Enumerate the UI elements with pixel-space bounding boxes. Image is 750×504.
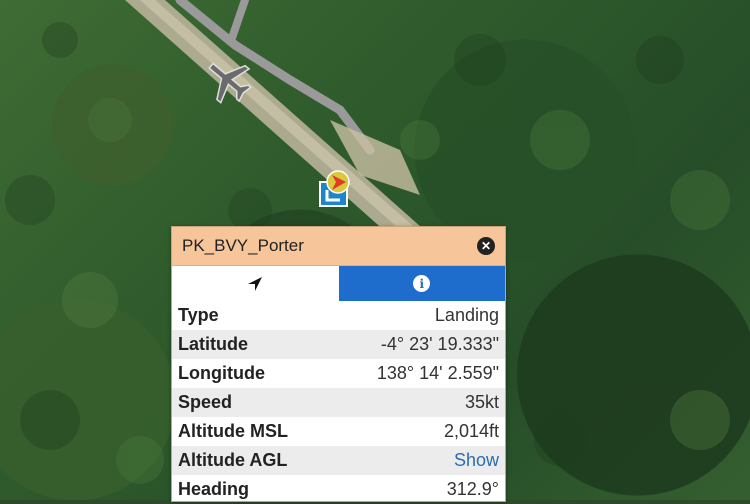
row-label: Altitude MSL: [178, 421, 288, 441]
table-row: Altitude AGL Show: [172, 446, 505, 475]
tab-info[interactable]: i: [338, 266, 505, 301]
show-agl-link[interactable]: Show: [330, 446, 505, 475]
table-row: Latitude -4° 23' 19.333": [172, 330, 505, 359]
table-row: Type Landing: [172, 301, 505, 330]
row-label: Altitude AGL: [172, 446, 331, 475]
close-icon[interactable]: ✕: [477, 237, 495, 255]
aircraft-details-table: Type Landing Latitude -4° 23' 19.333" Lo…: [172, 301, 505, 504]
info-icon: i: [413, 275, 431, 292]
row-value: Landing: [434, 305, 499, 325]
aircraft-info-popup: PK_BVY_Porter ✕ i Type Landing Latitude …: [171, 226, 506, 502]
table-row: Speed 35kt: [172, 388, 505, 417]
row-value: -4° 23' 19.333": [330, 330, 505, 359]
row-value: 138° 14' 2.559": [376, 363, 499, 383]
popup-tabs: i: [172, 266, 505, 301]
table-row: Altitude MSL 2,014ft: [172, 417, 505, 446]
row-label: Longitude: [178, 363, 265, 383]
navigation-arrow-icon: [248, 276, 263, 291]
popup-title: PK_BVY_Porter: [182, 236, 304, 255]
tab-navigation[interactable]: [172, 266, 339, 301]
table-row: Longitude 138° 14' 2.559": [172, 359, 505, 388]
row-label: Speed: [172, 388, 331, 417]
row-value: 2,014ft: [443, 421, 499, 441]
popup-header: PK_BVY_Porter ✕: [172, 227, 505, 266]
row-label: Latitude: [172, 330, 331, 359]
row-value: 35kt: [330, 388, 505, 417]
row-label: Type: [178, 305, 219, 325]
